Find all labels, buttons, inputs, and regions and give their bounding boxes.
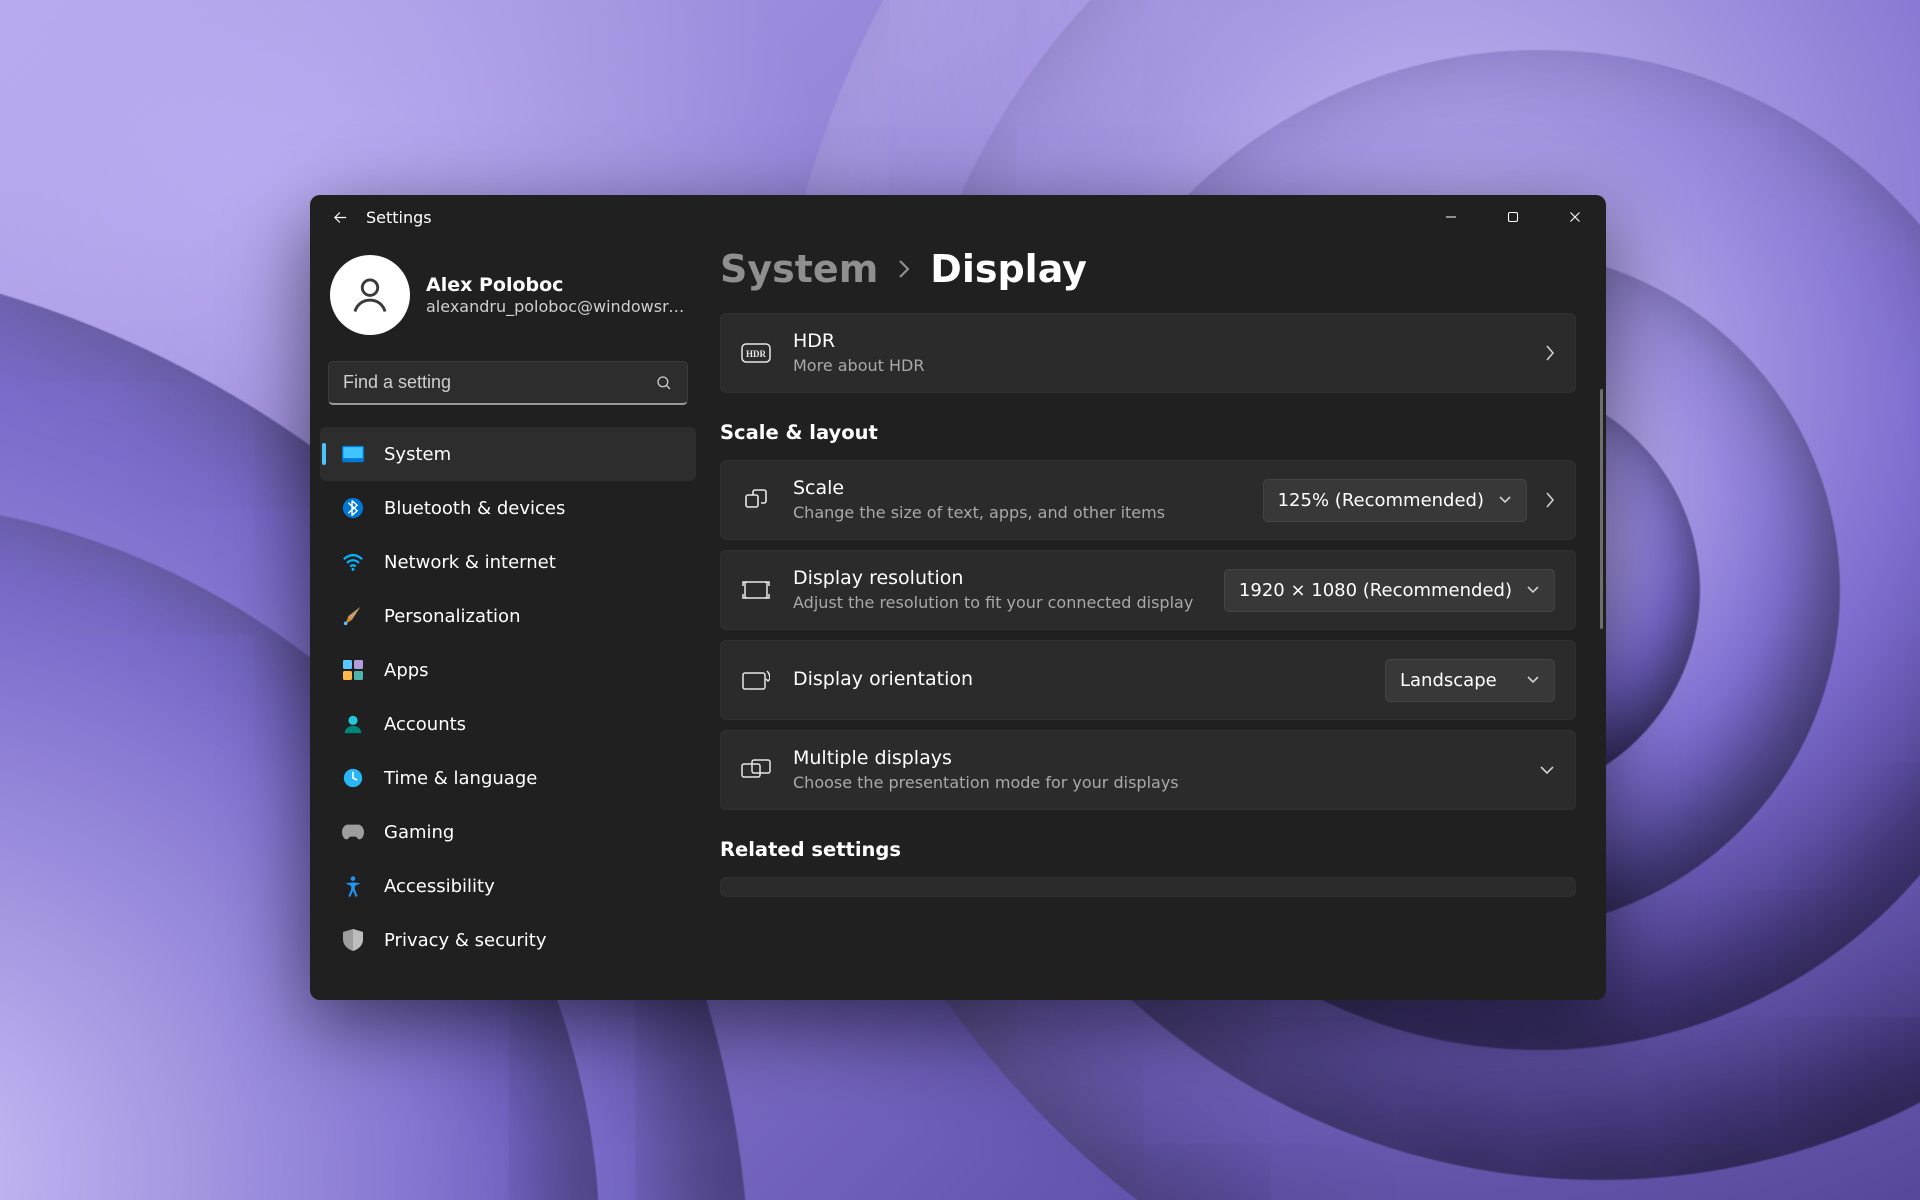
settings-window: Settings Alex Poloboc <box>310 195 1606 1000</box>
sidebar-item-personalization[interactable]: Personalization <box>320 589 696 643</box>
sidebar-item-label: Bluetooth & devices <box>384 498 565 519</box>
combo-resolution[interactable]: 1920 × 1080 (Recommended) <box>1224 569 1555 612</box>
chevron-down-icon <box>1498 495 1512 505</box>
sidebar-item-label: Apps <box>384 660 429 681</box>
section-header-related: Related settings <box>720 838 1576 861</box>
profile-block[interactable]: Alex Poloboc alexandru_poloboc@windowsre… <box>320 249 696 355</box>
card-subtitle: More about HDR <box>793 356 1523 376</box>
card-subtitle: Choose the presentation mode for your di… <box>793 773 1517 793</box>
close-button[interactable] <box>1544 195 1606 239</box>
combo-value: 1920 × 1080 (Recommended) <box>1239 580 1512 601</box>
bluetooth-icon <box>342 497 364 519</box>
card-subtitle: Change the size of text, apps, and other… <box>793 503 1241 523</box>
sidebar-item-gaming[interactable]: Gaming <box>320 805 696 859</box>
card-title: Multiple displays <box>793 747 1517 771</box>
sidebar-item-privacy[interactable]: Privacy & security <box>320 913 696 967</box>
resolution-icon <box>741 579 771 601</box>
window-controls <box>1420 195 1606 239</box>
sidebar-item-bluetooth[interactable]: Bluetooth & devices <box>320 481 696 535</box>
breadcrumb: System Display <box>720 247 1576 291</box>
apps-icon <box>342 659 364 681</box>
accessibility-icon <box>342 875 364 897</box>
sidebar-item-label: Gaming <box>384 822 454 843</box>
card-subtitle: Adjust the resolution to fit your connec… <box>793 593 1202 613</box>
orientation-icon <box>741 670 771 690</box>
paintbrush-icon <box>342 605 364 627</box>
svg-text:HDR: HDR <box>746 349 767 359</box>
maximize-button[interactable] <box>1482 195 1544 239</box>
minimize-button[interactable] <box>1420 195 1482 239</box>
search-input[interactable] <box>343 372 655 393</box>
setting-card-multiple-displays[interactable]: Multiple displays Choose the presentatio… <box>720 730 1576 810</box>
sidebar-item-time-language[interactable]: Time & language <box>320 751 696 805</box>
titlebar[interactable]: Settings <box>310 195 1606 239</box>
sidebar-item-label: Personalization <box>384 606 520 627</box>
setting-card-hdr[interactable]: HDR HDR More about HDR <box>720 313 1576 393</box>
app-title: Settings <box>366 208 432 227</box>
sidebar-item-label: Time & language <box>384 768 537 789</box>
search-box[interactable] <box>328 361 688 405</box>
content-pane: System Display HDR HDR More about HDR <box>706 239 1606 1000</box>
chevron-down-icon <box>1526 675 1540 685</box>
card-title: Scale <box>793 477 1241 501</box>
combo-value: 125% (Recommended) <box>1278 490 1484 511</box>
chevron-right-icon[interactable] <box>1545 491 1555 509</box>
sidebar: Alex Poloboc alexandru_poloboc@windowsre… <box>310 239 706 1000</box>
setting-card-related-placeholder[interactable] <box>720 877 1576 897</box>
sidebar-item-system[interactable]: System <box>320 427 696 481</box>
monitor-icon <box>342 443 364 465</box>
sidebar-item-label: System <box>384 444 451 465</box>
combo-scale[interactable]: 125% (Recommended) <box>1263 479 1527 522</box>
wifi-icon <box>342 551 364 573</box>
sidebar-item-accounts[interactable]: Accounts <box>320 697 696 751</box>
back-button[interactable] <box>322 199 358 235</box>
sidebar-item-apps[interactable]: Apps <box>320 643 696 697</box>
sidebar-item-label: Accessibility <box>384 876 495 897</box>
card-title: Display resolution <box>793 567 1202 591</box>
breadcrumb-current: Display <box>930 247 1087 291</box>
chevron-right-icon <box>1545 344 1555 362</box>
combo-orientation[interactable]: Landscape <box>1385 659 1555 702</box>
setting-card-resolution[interactable]: Display resolution Adjust the resolution… <box>720 550 1576 630</box>
profile-email: alexandru_poloboc@windowsreport... <box>426 297 686 316</box>
accounts-icon <box>342 713 364 735</box>
clock-icon <box>342 767 364 789</box>
chevron-down-icon[interactable] <box>1539 764 1555 776</box>
shield-icon <box>342 929 364 951</box>
hdr-icon: HDR <box>741 343 771 363</box>
section-header-scale-layout: Scale & layout <box>720 421 1576 444</box>
nav-list: System Bluetooth & devices Network & int… <box>320 423 696 1000</box>
avatar <box>330 255 410 335</box>
sidebar-item-network[interactable]: Network & internet <box>320 535 696 589</box>
sidebar-item-label: Network & internet <box>384 552 556 573</box>
breadcrumb-parent[interactable]: System <box>720 247 878 291</box>
profile-name: Alex Poloboc <box>426 274 686 297</box>
card-title: HDR <box>793 330 1523 354</box>
multiple-displays-icon <box>741 759 771 781</box>
sidebar-item-label: Accounts <box>384 714 466 735</box>
scale-icon <box>741 488 771 512</box>
setting-card-orientation[interactable]: Display orientation Landscape <box>720 640 1576 720</box>
combo-value: Landscape <box>1400 670 1497 691</box>
setting-card-scale[interactable]: Scale Change the size of text, apps, and… <box>720 460 1576 540</box>
search-icon <box>655 374 673 392</box>
sidebar-item-label: Privacy & security <box>384 930 547 951</box>
scrollbar-thumb[interactable] <box>1600 389 1603 629</box>
gamepad-icon <box>342 821 364 843</box>
sidebar-item-accessibility[interactable]: Accessibility <box>320 859 696 913</box>
card-title: Display orientation <box>793 668 1363 692</box>
chevron-down-icon <box>1526 585 1540 595</box>
chevron-right-icon <box>896 257 912 281</box>
